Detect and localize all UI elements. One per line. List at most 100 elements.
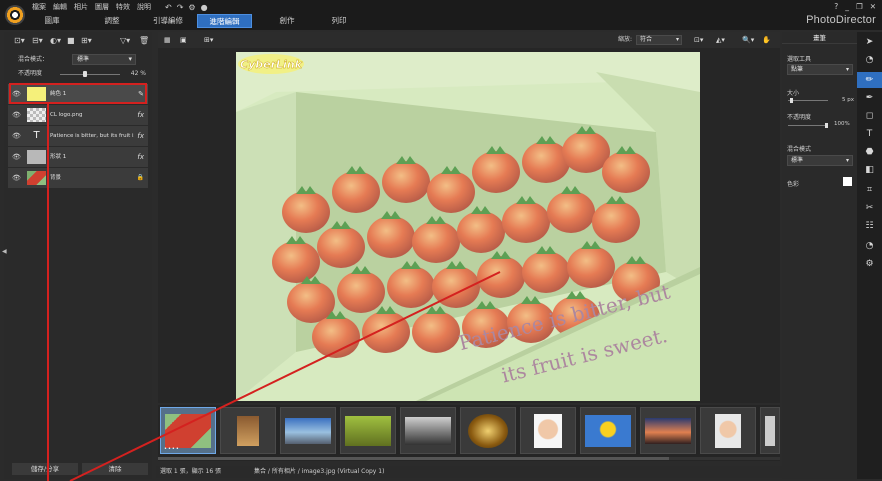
tab-library[interactable]: 圖庫	[32, 14, 72, 28]
app-logo-icon[interactable]	[5, 5, 25, 25]
menu-edit[interactable]: 編輯	[53, 2, 67, 13]
restore-icon[interactable]: ❐	[856, 2, 863, 12]
film-thumbnail[interactable]	[220, 407, 276, 454]
redo-icon[interactable]: ↷	[177, 3, 184, 13]
delete-icon[interactable]: 🗑	[139, 35, 149, 47]
size-slider[interactable]	[788, 100, 828, 101]
tool-label: 選取工具	[787, 56, 812, 63]
compare-icon[interactable]: ◭▾	[716, 34, 725, 46]
tab-guided[interactable]: 引導編修	[147, 14, 189, 28]
brush-opacity-knob[interactable]	[825, 123, 828, 128]
collapse-left-icon[interactable]: ◀	[2, 248, 7, 255]
compare-view-icon[interactable]: ▣	[180, 34, 187, 46]
brand-title: PhotoDirector	[806, 14, 876, 26]
settings-tool-icon[interactable]: ⚙	[857, 256, 882, 272]
layer-row[interactable]: 👁 背景 🔒	[8, 168, 148, 188]
layer-thumbnail	[27, 108, 46, 122]
size-slider-knob[interactable]	[790, 98, 793, 103]
undo-icon[interactable]: ↶	[165, 3, 172, 13]
single-view-icon[interactable]: ▦	[164, 34, 171, 46]
window-controls: ? _ ❐ ✕	[827, 2, 876, 12]
layer-row[interactable]: 👁 CL logo.png fx	[8, 105, 148, 125]
quick-select-icon[interactable]: ◔	[857, 52, 882, 68]
new-layer-icon[interactable]: ⊡▾	[14, 35, 25, 47]
square-icon[interactable]: ■	[67, 35, 75, 47]
clear-button[interactable]: 清除	[82, 463, 148, 475]
zoom-select[interactable]: 符合	[636, 35, 682, 45]
tab-create[interactable]: 創作	[272, 14, 302, 28]
settings-icon[interactable]: ⚙	[188, 3, 195, 13]
menu-photo[interactable]: 相片	[74, 2, 88, 13]
save-share-button[interactable]: 儲存/分享	[12, 463, 78, 475]
pen-tool-icon[interactable]: ✒	[857, 90, 882, 106]
color-label: 色彩	[787, 181, 800, 188]
filmstrip-scroll-thumb[interactable]	[158, 457, 669, 460]
select-tool-icon[interactable]: ➤	[857, 34, 882, 50]
opacity-value: 42 %	[130, 70, 146, 77]
tab-edit[interactable]: 進階編輯	[197, 14, 252, 28]
layer-name: 形狀 1	[50, 154, 67, 160]
menu-layer[interactable]: 圖層	[95, 2, 109, 13]
eye-icon[interactable]: 👁	[12, 168, 21, 188]
layer-row[interactable]: 👁 形狀 1 fx	[8, 147, 148, 167]
film-thumbnail[interactable]	[460, 407, 516, 454]
text-tool-icon[interactable]: T	[857, 126, 882, 142]
menu-file[interactable]: 檔案	[32, 2, 46, 13]
fx-icon[interactable]: fx	[137, 126, 144, 146]
crop-icon[interactable]: ⊡▾	[694, 34, 703, 46]
menu-effects[interactable]: 特效	[116, 2, 130, 13]
lock-icon[interactable]: 🔒	[137, 168, 144, 188]
filmstrip-scrollbar[interactable]	[158, 457, 780, 460]
blend-mode-label: 混合模式：	[18, 56, 49, 63]
film-thumbnail[interactable]	[760, 407, 780, 454]
eye-icon[interactable]: 👁	[12, 126, 21, 146]
film-thumbnail[interactable]: ••••	[160, 407, 216, 454]
edited-photo[interactable]: Patience is bitter, but its fruit is swe…	[236, 52, 700, 401]
adjust-tool-icon[interactable]: ☷	[857, 218, 882, 234]
text-layer-icon[interactable]: ⊞▾	[81, 35, 92, 47]
fx-icon[interactable]: fx	[137, 105, 144, 125]
import-layer-icon[interactable]: ⊟▾	[32, 35, 43, 47]
opacity-slider-knob[interactable]	[83, 71, 88, 77]
grid-icon[interactable]: ⊞▾	[204, 34, 213, 46]
film-thumbnail[interactable]	[640, 407, 696, 454]
brush-blend-select[interactable]: 標準	[787, 155, 853, 166]
opacity-slider[interactable]	[60, 74, 120, 75]
layer-row[interactable]: 👁 T Patience is bitter, but its fruit is…	[8, 126, 148, 146]
shape-tool-icon[interactable]: ◻	[857, 108, 882, 124]
gradient-tool-icon[interactable]: ◧	[857, 162, 882, 178]
help-icon[interactable]: ?	[834, 2, 838, 12]
mask-icon[interactable]: ◐▾	[50, 35, 61, 47]
fx-icon[interactable]: fx	[137, 147, 144, 167]
film-thumbnail[interactable]	[340, 407, 396, 454]
film-thumbnail[interactable]	[580, 407, 636, 454]
filter-icon[interactable]: ▽▾	[120, 35, 130, 47]
cut-tool-icon[interactable]: ✂	[857, 200, 882, 216]
tab-adjustment[interactable]: 調整	[92, 14, 132, 28]
color-swatch[interactable]	[843, 177, 852, 186]
eye-icon[interactable]: 👁	[12, 105, 21, 125]
film-thumbnail[interactable]	[700, 407, 756, 454]
minimize-icon[interactable]: _	[845, 2, 849, 12]
brush-opacity-slider[interactable]	[788, 125, 828, 126]
info-icon[interactable]: ●	[201, 3, 208, 13]
tab-print[interactable]: 列印	[324, 14, 354, 28]
thumbnail-image	[534, 413, 562, 448]
film-thumbnail[interactable]	[400, 407, 456, 454]
film-thumbnail[interactable]	[520, 407, 576, 454]
film-thumbnail[interactable]	[280, 407, 336, 454]
tool-select[interactable]: 點筆	[787, 64, 853, 75]
hand-icon[interactable]: ✋	[762, 34, 771, 46]
fill-tool-icon[interactable]: ⬣	[857, 144, 882, 160]
close-icon[interactable]: ✕	[870, 2, 876, 12]
menu-help[interactable]: 說明	[137, 2, 151, 13]
layer-thumbnail	[27, 150, 46, 164]
eye-icon[interactable]: 👁	[12, 147, 21, 167]
blend-mode-select[interactable]: 標準	[72, 54, 136, 65]
history-tool-icon[interactable]: ◔	[857, 238, 882, 254]
zoom-tool-icon[interactable]: 🔍▾	[742, 34, 754, 46]
brush-tool-icon[interactable]: ✏	[857, 72, 882, 88]
crop-tool-icon[interactable]: ⌗	[857, 182, 882, 198]
canvas-area[interactable]: Patience is bitter, but its fruit is swe…	[158, 48, 780, 403]
opacity-label: 不透明度	[18, 70, 43, 77]
